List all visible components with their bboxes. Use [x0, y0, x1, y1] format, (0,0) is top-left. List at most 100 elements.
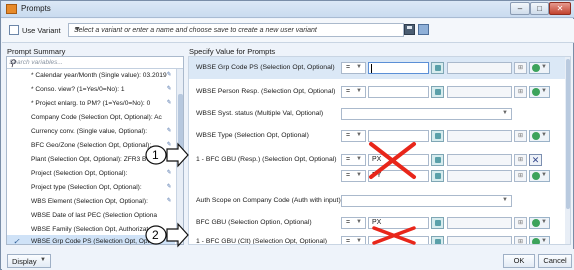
multi-value-icon[interactable]: ⊞	[514, 217, 527, 229]
display-menu-button[interactable]: Display ▼	[7, 254, 51, 268]
chevron-down-icon: ▼	[74, 26, 81, 33]
list-item[interactable]: * Conso. view? (1=Yes/0=No): 1 ✎	[7, 83, 175, 97]
operator-select[interactable]: = ▼	[341, 130, 366, 142]
value-input[interactable]	[368, 86, 429, 98]
list-item-label: BFC Geo/Zone (Selection Opt, Optional):	[31, 142, 152, 149]
value-to-input[interactable]	[447, 62, 512, 74]
operator-value: =	[346, 219, 351, 226]
chevron-down-icon: ▼	[356, 132, 362, 138]
multi-value-icon[interactable]: ⊞	[514, 236, 527, 244]
prompt-row: Auth Scope on Company Code (Auth with in…	[189, 189, 565, 211]
close-button[interactable]: ✕	[549, 2, 571, 15]
scrollbar-thumb[interactable]	[566, 59, 570, 209]
list-item[interactable]: Currency conv. (Single value, Optional):…	[7, 125, 175, 139]
prompt-label: WBSE Person Resp. (Selection Opt, Option…	[196, 88, 336, 95]
list-item[interactable]: WBS Element (Selection Opt, Optional): ✎	[7, 195, 175, 209]
search-input[interactable]: Search variables... ⚲	[7, 57, 183, 69]
list-item[interactable]: * Project enlarg. to PM? (1=Yes/0=No): 0…	[7, 97, 175, 111]
option-icon	[532, 64, 540, 72]
value-help-button[interactable]	[431, 86, 444, 98]
operator-select[interactable]: = ▼	[341, 62, 366, 74]
value-help-button[interactable]	[431, 154, 444, 166]
value-help-button[interactable]	[431, 217, 444, 229]
use-variant-checkbox[interactable]	[9, 25, 19, 35]
list-item[interactable]: Project (Selection Opt, Optional): ✎	[7, 167, 175, 181]
value-to-input[interactable]	[447, 130, 512, 142]
scrollbar-thumb[interactable]	[178, 94, 183, 154]
option-icon	[532, 88, 540, 96]
options-button[interactable]: ▼	[529, 130, 550, 142]
value-input[interactable]: PX	[368, 154, 429, 166]
maximize-button[interactable]: □	[530, 2, 549, 15]
ok-button[interactable]: OK	[503, 254, 535, 268]
value-input[interactable]	[368, 62, 429, 74]
list-item-label: * Calendar year/Month (Single value): 03…	[31, 72, 167, 79]
options-button[interactable]: ▼	[529, 62, 550, 74]
list-item[interactable]: Plant (Selection Opt, Optional): ZFR3 Be	[7, 153, 175, 167]
multi-value-icon[interactable]: ⊞	[514, 154, 527, 166]
options-button[interactable]: ▼	[529, 86, 550, 98]
value-help-button[interactable]	[431, 130, 444, 142]
value-help-button[interactable]	[431, 62, 444, 74]
value-help-button[interactable]	[431, 236, 444, 244]
list-item-label: * Conso. view? (1=Yes/0=No): 1	[31, 86, 125, 93]
auth-scope-select[interactable]: ▼	[341, 195, 512, 207]
multi-value-icon[interactable]: ⊞	[514, 62, 527, 74]
list-item[interactable]: * Calendar year/Month (Single value): 03…	[7, 69, 175, 83]
chevron-down-icon: ▼	[541, 219, 547, 225]
delete-row-icon[interactable]: ✕	[529, 154, 542, 166]
minimize-button[interactable]: –	[510, 2, 530, 15]
chevron-down-icon: ▼	[502, 197, 508, 203]
summary-scrollbar[interactable]	[176, 69, 183, 244]
options-button[interactable]: ▼	[529, 236, 550, 244]
operator-select[interactable]: = ▼	[341, 236, 366, 245]
option-icon	[532, 172, 540, 180]
chevron-down-icon: ▼	[356, 64, 362, 70]
prompt-summary-list: Search variables... ⚲ * Calendar year/Mo…	[6, 56, 184, 245]
pin-icon: ✎	[166, 170, 172, 176]
list-item[interactable]: BFC Geo/Zone (Selection Opt, Optional): ✎	[7, 139, 175, 153]
operator-select[interactable]: = ▼	[341, 170, 366, 182]
multi-value-icon[interactable]: ⊞	[514, 86, 527, 98]
value-to-input[interactable]	[447, 154, 512, 166]
value-to-input[interactable]	[447, 217, 512, 229]
value-text: PX	[372, 156, 382, 163]
value-to-input[interactable]	[447, 236, 512, 244]
options-button[interactable]: ▼	[529, 217, 550, 229]
list-item[interactable]: Project type (Selection Opt, Optional): ✎	[7, 181, 175, 195]
multi-value-icon[interactable]: ⊞	[514, 130, 527, 142]
chevron-down-icon: ▼	[356, 172, 362, 178]
operator-select[interactable]: = ▼	[341, 154, 366, 166]
operator-select[interactable]: = ▼	[341, 86, 366, 98]
value-to-input[interactable]	[447, 86, 512, 98]
list-item[interactable]: WBSE Date of last PEC (Selection Optiona	[7, 209, 175, 223]
chevron-down-icon: ▼	[40, 257, 46, 263]
variant-select[interactable]: Select a variant or enter a name and cho…	[68, 23, 404, 37]
save-variant-icon[interactable]	[404, 24, 415, 35]
list-item-selected[interactable]: ✓ WBSE Grp Code PS (Selection Opt, Opt	[7, 235, 175, 245]
option-icon	[532, 132, 540, 140]
multi-value-select[interactable]: ▼	[341, 108, 512, 120]
chevron-down-icon: ▼	[541, 238, 547, 244]
operator-select[interactable]: = ▼	[341, 217, 366, 229]
pin-icon: ✎	[166, 184, 172, 190]
multi-value-icon[interactable]: ⊞	[514, 170, 527, 182]
display-label: Display	[12, 257, 37, 266]
value-input[interactable]	[368, 130, 429, 142]
chevron-down-icon: ▼	[502, 110, 508, 116]
value-text: PX	[372, 219, 382, 226]
cancel-button[interactable]: Cancel	[538, 254, 572, 268]
values-scrollbar[interactable]	[565, 57, 570, 244]
operator-value: =	[346, 238, 351, 245]
value-input[interactable]: PY	[368, 170, 429, 182]
manage-variants-icon[interactable]	[418, 24, 429, 35]
list-item-label: Company Code (Selection Opt, Optional): …	[31, 114, 162, 121]
list-item-label: WBSE Family (Selection Opt, Authorizat	[31, 226, 149, 233]
value-input[interactable]	[368, 236, 429, 244]
value-to-input[interactable]	[447, 170, 512, 182]
value-help-button[interactable]	[431, 170, 444, 182]
list-item[interactable]: Company Code (Selection Opt, Optional): …	[7, 111, 175, 125]
value-input[interactable]: PX	[368, 217, 429, 229]
options-button[interactable]: ▼	[529, 170, 550, 182]
list-item-label: WBSE Grp Code PS (Selection Opt, Opt	[31, 238, 150, 245]
